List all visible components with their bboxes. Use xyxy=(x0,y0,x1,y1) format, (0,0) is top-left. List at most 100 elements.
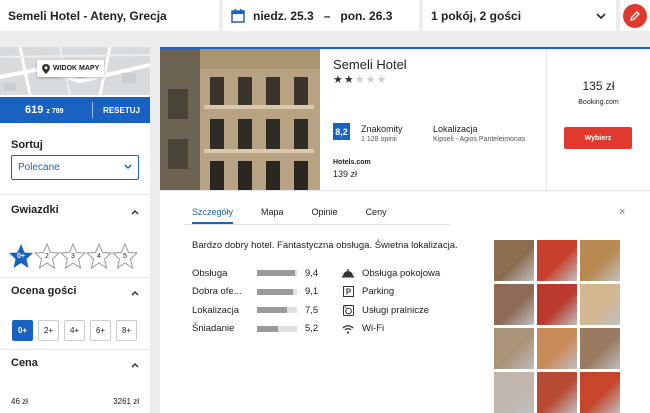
gallery-thumbnail[interactable] xyxy=(580,240,620,281)
gallery-thumbnail[interactable] xyxy=(494,328,534,369)
amenity-item: Usługi pralnicze xyxy=(342,301,440,320)
chevron-down-icon xyxy=(124,162,132,173)
guest-rating-option[interactable]: 4+ xyxy=(64,320,85,341)
gallery-thumbnail[interactable] xyxy=(494,240,534,281)
divider xyxy=(0,194,150,195)
star-icon: ★★★ xyxy=(354,74,388,86)
star-filter-label: 0+ xyxy=(17,253,25,260)
rating-name: Lokalizacja xyxy=(192,304,239,316)
rating-value: 9,4 xyxy=(305,267,319,279)
guest-rating-option[interactable]: 6+ xyxy=(90,320,111,341)
sort-select[interactable]: Polecane xyxy=(11,155,139,180)
select-deal-button[interactable]: Wybierz xyxy=(564,127,632,149)
price-of: z 789 xyxy=(46,108,64,115)
guest-rating-group: 0+ 2+ 4+ 6+ 8+ xyxy=(12,320,142,341)
sort-title: Sortuj xyxy=(11,139,43,151)
amenities-list: Obsługa pokojowa P Parking Usługi pralni… xyxy=(342,264,440,338)
hotel-photo[interactable] xyxy=(160,49,320,190)
rating-name: Śniadanie xyxy=(192,323,235,335)
destination-field[interactable]: Semeli Hotel - Ateny, Grecja xyxy=(0,0,219,31)
rating-bar-fill xyxy=(257,288,294,295)
map-view-label: WIDOK MAPY xyxy=(53,65,100,72)
tab-prices[interactable]: Ceny xyxy=(366,207,387,224)
star-filter-label: 4 xyxy=(97,253,101,260)
gallery-thumbnail[interactable] xyxy=(537,328,577,369)
rating-value: 5,2 xyxy=(305,323,319,335)
rating-bar xyxy=(257,307,297,314)
tab-reviews[interactable]: Opinie xyxy=(312,207,338,224)
gallery-thumbnail[interactable] xyxy=(580,328,620,369)
hotel-description: Bardzo dobry hotel. Fantastyczna obsługa… xyxy=(192,240,458,251)
divider xyxy=(546,49,547,190)
tab-map[interactable]: Mapa xyxy=(261,207,284,224)
hotel-name[interactable]: Semeli Hotel xyxy=(333,57,407,72)
reset-button[interactable]: RESETUJ xyxy=(93,106,150,115)
price-title: Cena xyxy=(11,357,38,369)
star-filter-group: 0+ 2 3 4 5 xyxy=(8,242,139,270)
chevron-down-icon xyxy=(596,9,606,23)
alt-price[interactable]: 139 zł xyxy=(333,169,357,179)
close-icon[interactable]: × xyxy=(619,206,625,218)
gallery-thumbnail[interactable] xyxy=(537,372,577,413)
gallery-thumbnail[interactable] xyxy=(580,372,620,413)
date-separator: – xyxy=(323,8,331,23)
rating-row: Dobra ofe... 9,1 xyxy=(192,283,318,302)
star-filter-4[interactable]: 4 xyxy=(85,242,113,270)
gallery-thumbnail[interactable] xyxy=(537,284,577,325)
rating-bar xyxy=(257,288,297,295)
amenity-label: Obsługa pokojowa xyxy=(362,267,441,279)
hotel-details-panel: Szczegóły Mapa Opinie Ceny × Bardzo dobr… xyxy=(160,190,650,413)
rating-bar-fill xyxy=(257,270,295,277)
gallery-thumbnail[interactable] xyxy=(580,284,620,325)
price-min: 46 zł xyxy=(11,397,28,406)
filters-sidebar: WIDOK MAPY 619 z 789 RESETUJ Sortuj Pole… xyxy=(0,47,150,413)
guest-rating-option[interactable]: 2+ xyxy=(38,320,59,341)
wifi-icon xyxy=(342,323,354,335)
price-max: 3261 zł xyxy=(113,397,139,406)
best-price-source: Booking.com xyxy=(578,99,619,106)
rating-name: Obsługa xyxy=(192,267,228,279)
star-filter-2[interactable]: 2 xyxy=(33,242,61,270)
guest-rating-option[interactable]: 0+ xyxy=(12,320,33,341)
alt-source[interactable]: Hotels.com xyxy=(333,159,371,166)
checkout-date: pon. 26.3 xyxy=(340,8,393,23)
stars-title: Gwiazdki xyxy=(11,204,59,216)
guest-rating-option[interactable]: 8+ xyxy=(116,320,137,341)
star-filter-0[interactable]: 0+ xyxy=(8,243,34,269)
map-preview[interactable]: WIDOK MAPY xyxy=(0,47,150,95)
details-tabs: Szczegóły Mapa Opinie Ceny xyxy=(192,207,415,224)
map-view-button[interactable]: WIDOK MAPY xyxy=(37,60,105,77)
star-filter-3[interactable]: 3 xyxy=(59,242,87,270)
amenity-label: Usługi pralnicze xyxy=(362,304,430,316)
rating-row: Lokalizacja 7,5 xyxy=(192,301,318,320)
review-count[interactable]: 1 128 opinii xyxy=(361,136,397,143)
hotel-stars: ★★★★★ xyxy=(333,73,387,86)
date-range-field[interactable]: niedz. 25.3 – pon. 26.3 xyxy=(223,0,419,31)
guest-rating-title: Ocena gości xyxy=(11,285,77,297)
edit-search-button[interactable] xyxy=(620,0,650,31)
guests-select[interactable]: 1 pokój, 2 gości xyxy=(423,0,616,31)
best-price: 135 zł xyxy=(582,79,615,93)
gallery-thumbnail[interactable] xyxy=(494,284,534,325)
star-filter-label: 5 xyxy=(123,253,127,260)
rating-value: 9,1 xyxy=(305,286,319,298)
destination-text: Semeli Hotel - Ateny, Grecja xyxy=(8,8,167,23)
rating-row: Obsługa 9,4 xyxy=(192,264,318,283)
location-title: Lokalizacja xyxy=(433,124,478,134)
price-value: 619 xyxy=(25,104,44,116)
chevron-up-icon[interactable] xyxy=(131,287,139,296)
amenity-label: Parking xyxy=(362,286,395,298)
gallery-thumbnail[interactable] xyxy=(537,240,577,281)
star-filter-5[interactable]: 5 xyxy=(111,242,139,270)
score-label: Znakomity xyxy=(361,124,403,134)
amenity-item: P Parking xyxy=(342,283,440,302)
amenity-item: Wi-Fi xyxy=(342,320,440,339)
chevron-up-icon[interactable] xyxy=(131,359,139,368)
tab-details[interactable]: Szczegóły xyxy=(192,207,234,224)
photo-gallery xyxy=(494,240,620,413)
laundry-icon xyxy=(342,304,354,316)
price-summary: 619 z 789 xyxy=(0,104,92,116)
gallery-thumbnail[interactable] xyxy=(494,372,534,413)
rating-name: Dobra ofe... xyxy=(192,286,242,298)
chevron-up-icon[interactable] xyxy=(131,206,139,215)
